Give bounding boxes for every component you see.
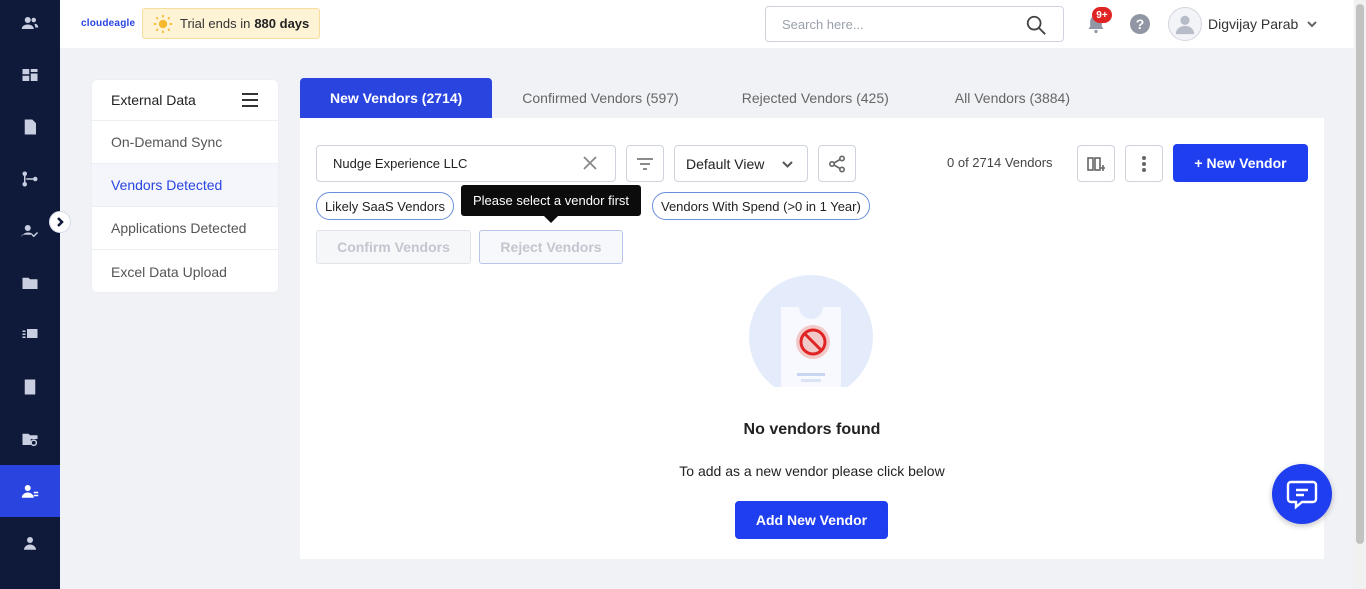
document-icon[interactable]	[0, 101, 60, 153]
chevron-down-icon	[1307, 21, 1317, 28]
chevron-down-icon	[782, 161, 793, 168]
reject-vendors-button[interactable]: Reject Vendors	[479, 230, 623, 264]
chat-icon	[1286, 480, 1318, 510]
notification-badge: 9+	[1092, 7, 1112, 23]
clear-icon[interactable]	[583, 156, 597, 170]
users-icon[interactable]	[0, 0, 60, 49]
trial-label: Trial ends in	[180, 16, 251, 31]
vendor-count: 0 of 2714 Vendors	[947, 155, 1053, 170]
sidebar-item-applications-detected[interactable]: Applications Detected	[92, 207, 278, 250]
kebab-menu-icon	[1142, 155, 1147, 172]
columns-icon	[1087, 156, 1105, 171]
global-search-input[interactable]: Search here...	[765, 6, 1064, 42]
folder-search-icon[interactable]	[0, 413, 60, 465]
avatar	[1168, 7, 1202, 41]
sidebar-item-vendors-detected[interactable]: Vendors Detected	[92, 164, 278, 207]
trial-days: 880 days	[254, 16, 310, 31]
chevron-right-icon	[57, 217, 64, 227]
panel-header: External Data	[92, 80, 278, 121]
panel-title: External Data	[111, 92, 196, 108]
user-menu[interactable]: Digvijay Parab	[1168, 6, 1318, 42]
user-list-icon[interactable]	[0, 465, 60, 517]
top-header: cloudeagle Trial ends in 880 days Search…	[60, 0, 1354, 48]
tab-new-vendors[interactable]: New Vendors (2714)	[300, 78, 493, 118]
external-data-panel: External Data On-Demand Sync Vendors Det…	[91, 79, 279, 293]
tab-rejected-vendors[interactable]: Rejected Vendors (425)	[709, 78, 922, 118]
empty-state-subtitle: To add as a new vendor please click belo…	[679, 463, 945, 479]
bulb-icon	[153, 14, 173, 33]
new-vendor-button[interactable]: + New Vendor	[1173, 144, 1308, 182]
vendor-search-value: Nudge Experience LLC	[333, 156, 468, 171]
more-options-button[interactable]	[1125, 145, 1163, 182]
menu-icon[interactable]	[242, 93, 258, 107]
filter-icon	[637, 157, 653, 170]
view-select-value: Default View	[686, 155, 765, 172]
filter-button[interactable]	[626, 145, 664, 182]
feedback-icon[interactable]	[0, 309, 60, 361]
chip-likely-saas-vendors[interactable]: Likely SaaS Vendors	[316, 192, 454, 220]
user-check-icon[interactable]	[0, 205, 60, 257]
sidebar-item-excel-data-upload[interactable]: Excel Data Upload	[92, 250, 278, 293]
user-name: Digvijay Parab	[1208, 16, 1299, 32]
tab-all-vendors[interactable]: All Vendors (3884)	[922, 78, 1103, 118]
share-button[interactable]	[818, 145, 856, 182]
help-icon[interactable]: ?	[1130, 14, 1150, 34]
left-rail	[0, 0, 60, 589]
add-new-vendor-button[interactable]: Add New Vendor	[735, 501, 888, 539]
building-icon[interactable]	[0, 361, 60, 413]
folder-icon[interactable]	[0, 257, 60, 309]
columns-button[interactable]	[1077, 145, 1115, 182]
app-logo[interactable]: cloudeagle	[81, 18, 135, 29]
view-select[interactable]: Default View	[674, 145, 808, 182]
user-settings-icon[interactable]	[0, 517, 60, 569]
empty-state-title: No vendors found	[743, 421, 881, 438]
dashboard-icon[interactable]	[0, 49, 60, 101]
vendor-tabs: New Vendors (2714) Confirmed Vendors (59…	[300, 78, 1103, 118]
confirm-vendors-button[interactable]: Confirm Vendors	[316, 230, 471, 264]
chip-vendors-with-spend[interactable]: Vendors With Spend (>0 in 1 Year)	[652, 192, 870, 220]
trial-banner: Trial ends in 880 days	[142, 8, 320, 39]
tooltip: Please select a vendor first	[461, 185, 641, 223]
sidebar-item-on-demand-sync[interactable]: On-Demand Sync	[92, 121, 278, 164]
search-icon[interactable]	[1025, 14, 1047, 36]
search-placeholder: Search here...	[782, 16, 864, 32]
tab-confirmed-vendors[interactable]: Confirmed Vendors (597)	[492, 78, 708, 118]
chat-button[interactable]	[1272, 464, 1332, 524]
share-icon	[828, 154, 846, 173]
user-icon	[1175, 15, 1195, 35]
workflow-icon[interactable]	[0, 153, 60, 205]
vendor-search-input[interactable]: Nudge Experience LLC	[316, 145, 616, 182]
empty-state-illustration	[749, 275, 873, 387]
expand-rail-button[interactable]	[49, 211, 71, 233]
page-scrollbar[interactable]	[1354, 0, 1366, 589]
vendors-card: Nudge Experience LLC Default View 0 of 2…	[300, 118, 1324, 559]
